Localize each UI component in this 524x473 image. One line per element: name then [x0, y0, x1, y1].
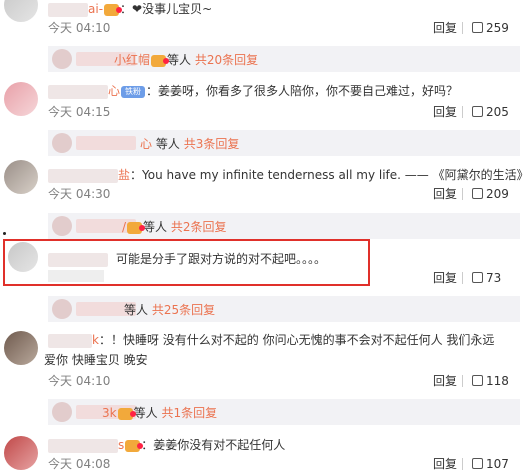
- timestamp: 今天 04:15: [48, 105, 111, 119]
- thumb-up-icon: [472, 22, 483, 33]
- reply-button[interactable]: 回复: [433, 373, 457, 389]
- vip-badge-icon: [104, 3, 123, 16]
- reply-button[interactable]: 回复: [433, 104, 457, 120]
- vip-badge-icon: [117, 407, 136, 420]
- username[interactable]: ai-: [88, 2, 103, 16]
- thumb-up-icon: [472, 188, 483, 199]
- avatar[interactable]: [4, 160, 38, 194]
- vip-badge-icon: [127, 221, 146, 234]
- highlight-box: [3, 239, 370, 286]
- like-button[interactable]: 209: [472, 186, 509, 202]
- thumb-up-icon: [472, 106, 483, 117]
- username[interactable]: k: [92, 333, 99, 347]
- reply-button[interactable]: 回复: [433, 20, 457, 36]
- timestamp: 今天 04:10: [48, 374, 111, 388]
- timestamp: 今天 04:10: [48, 21, 111, 35]
- username[interactable]: 心: [108, 84, 120, 98]
- thumb-up-icon: [472, 458, 483, 469]
- vip-badge-icon: [151, 54, 170, 67]
- avatar[interactable]: [4, 0, 38, 22]
- reply-count-link[interactable]: 共20条回复: [195, 53, 258, 67]
- reply-button[interactable]: 回复: [433, 186, 457, 202]
- reply-count-link[interactable]: 共1条回复: [161, 406, 217, 420]
- thumb-up-icon: [472, 375, 483, 386]
- thumb-up-icon: [472, 272, 483, 283]
- reply-summary[interactable]: 等人 共25条回复: [48, 296, 520, 322]
- comment-text-cont: 爱你 快睡宝贝 晚安: [44, 353, 148, 367]
- reply-count-link[interactable]: 共25条回复: [152, 303, 215, 317]
- timestamp: 今天 04:30: [48, 187, 111, 201]
- like-button[interactable]: 118: [472, 373, 509, 389]
- comment-text: ：❤没事儿宝贝~: [120, 2, 213, 16]
- like-button[interactable]: 259: [472, 20, 509, 36]
- reply-summary[interactable]: 心 等人 共3条回复: [48, 130, 520, 156]
- reply-summary[interactable]: / 等人 共2条回复: [48, 213, 520, 239]
- comment-text: ：！快睡呀 没有什么对不起的 你问心无愧的事不会对不起任何人 我们永远: [98, 333, 495, 347]
- like-button[interactable]: 73: [472, 270, 501, 286]
- reply-count-link[interactable]: 共3条回复: [184, 137, 240, 151]
- vip-badge-icon: [125, 439, 144, 452]
- reply-button[interactable]: 回复: [433, 456, 457, 472]
- avatar[interactable]: [4, 436, 38, 470]
- comment-text: ：You have my infinite tenderness all my …: [130, 168, 524, 182]
- reply-summary[interactable]: 3k 等人 共1条回复: [48, 399, 520, 425]
- comment-text: ：姜姜你没有对不起任何人: [141, 438, 286, 452]
- comment-text: ：姜姜呀，你看多了很多人陪你，你不要自己难过，好吗？: [146, 84, 459, 98]
- avatar[interactable]: [4, 331, 38, 365]
- avatar[interactable]: [4, 82, 38, 116]
- username[interactable]: 盐: [118, 168, 130, 182]
- reply-count-link[interactable]: 共2条回复: [171, 220, 227, 234]
- like-button[interactable]: 205: [472, 104, 509, 120]
- timestamp: 今天 04:08: [48, 457, 111, 471]
- like-button[interactable]: 107: [472, 456, 509, 472]
- fan-badge: 铁粉: [121, 85, 146, 98]
- username[interactable]: s: [118, 438, 124, 452]
- reply-button[interactable]: 回复: [433, 270, 457, 286]
- reply-summary[interactable]: 小红帽 等人 共20条回复: [48, 46, 520, 72]
